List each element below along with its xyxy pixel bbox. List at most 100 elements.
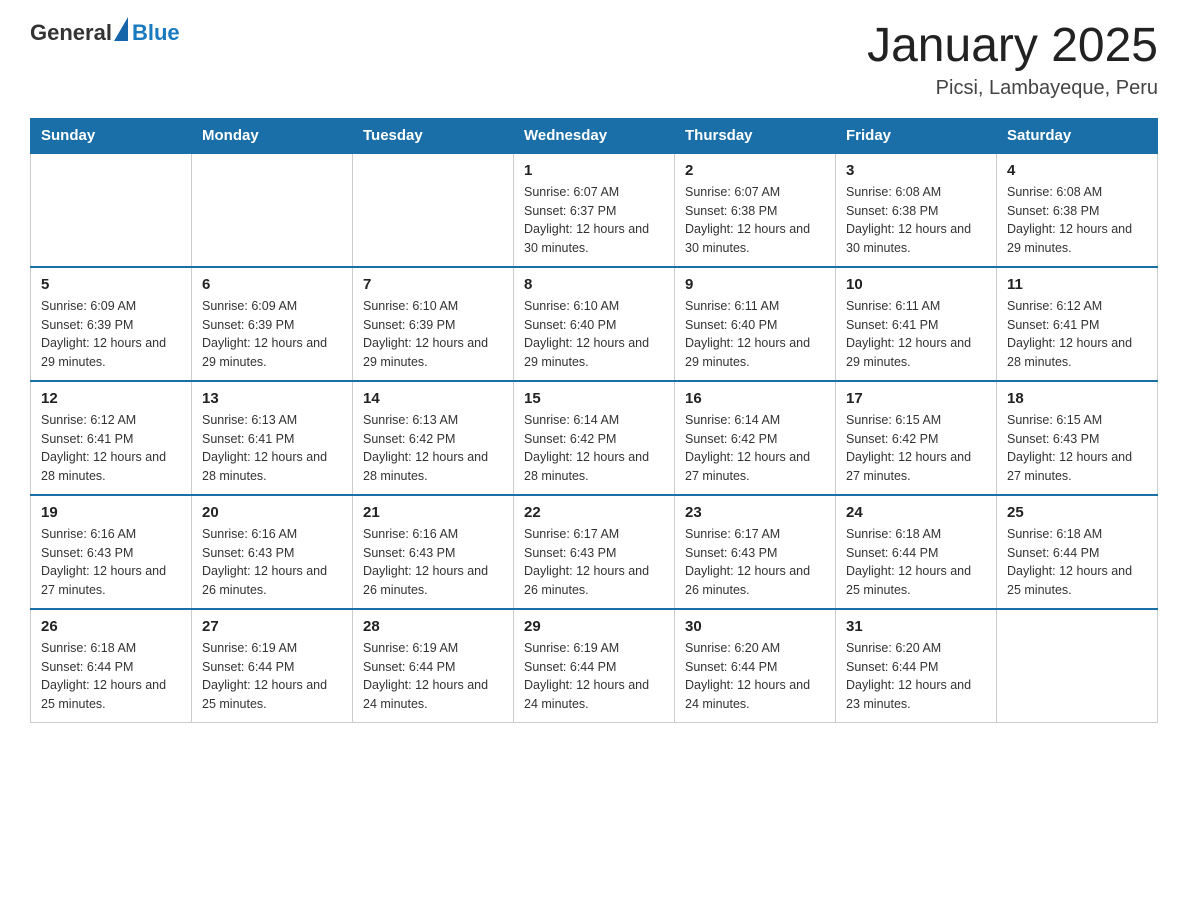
day-number: 1 bbox=[524, 162, 664, 179]
day-info: Sunrise: 6:11 AM Sunset: 6:40 PM Dayligh… bbox=[685, 297, 825, 372]
logo-triangle-icon bbox=[114, 17, 128, 41]
month-title: January 2025 bbox=[867, 20, 1158, 73]
day-number: 6 bbox=[202, 276, 342, 293]
calendar-cell bbox=[353, 153, 514, 267]
day-number: 25 bbox=[1007, 504, 1147, 521]
day-info: Sunrise: 6:16 AM Sunset: 6:43 PM Dayligh… bbox=[202, 525, 342, 600]
logo-general-text: General bbox=[30, 20, 112, 46]
col-header-wednesday: Wednesday bbox=[514, 118, 675, 153]
day-info: Sunrise: 6:19 AM Sunset: 6:44 PM Dayligh… bbox=[363, 639, 503, 714]
day-info: Sunrise: 6:13 AM Sunset: 6:42 PM Dayligh… bbox=[363, 411, 503, 486]
calendar-cell: 28Sunrise: 6:19 AM Sunset: 6:44 PM Dayli… bbox=[353, 609, 514, 723]
day-info: Sunrise: 6:16 AM Sunset: 6:43 PM Dayligh… bbox=[41, 525, 181, 600]
calendar-cell: 25Sunrise: 6:18 AM Sunset: 6:44 PM Dayli… bbox=[997, 495, 1158, 609]
col-header-tuesday: Tuesday bbox=[353, 118, 514, 153]
calendar-cell: 12 Sunrise: 6:12 AM Sunset: 6:41 PM Dayli… bbox=[31, 381, 192, 495]
col-header-saturday: Saturday bbox=[997, 118, 1158, 153]
day-info: Sunrise: 6:12 AM Sunset: 6:41 PM Dayligh… bbox=[1007, 297, 1147, 372]
day-info: Sunrise: 6:11 AM Sunset: 6:41 PM Dayligh… bbox=[846, 297, 986, 372]
day-number: 17 bbox=[846, 390, 986, 407]
week-row-1: 1 Sunrise: 6:07 AM Sunset: 6:37 PM Daylig… bbox=[31, 153, 1158, 267]
day-info: Sunrise: 6:08 AM Sunset: 6:38 PM Dayligh… bbox=[846, 183, 986, 258]
calendar-cell: 7 Sunrise: 6:10 AM Sunset: 6:39 PM Daylig… bbox=[353, 267, 514, 381]
calendar-cell: 13Sunrise: 6:13 AM Sunset: 6:41 PM Dayli… bbox=[192, 381, 353, 495]
calendar-cell: 10Sunrise: 6:11 AM Sunset: 6:41 PM Dayli… bbox=[836, 267, 997, 381]
location-title: Picsi, Lambayeque, Peru bbox=[867, 77, 1158, 100]
day-number: 30 bbox=[685, 618, 825, 635]
day-number: 29 bbox=[524, 618, 664, 635]
calendar-cell: 11Sunrise: 6:12 AM Sunset: 6:41 PM Dayli… bbox=[997, 267, 1158, 381]
day-info: Sunrise: 6:09 AM Sunset: 6:39 PM Dayligh… bbox=[41, 297, 181, 372]
calendar-cell: 16 Sunrise: 6:14 AM Sunset: 6:42 PM Dayli… bbox=[675, 381, 836, 495]
day-info: Sunrise: 6:07 AM Sunset: 6:37 PM Dayligh… bbox=[524, 183, 664, 258]
page-header: General Blue January 2025 Picsi, Lambaye… bbox=[30, 20, 1158, 100]
week-row-2: 5 Sunrise: 6:09 AM Sunset: 6:39 PM Daylig… bbox=[31, 267, 1158, 381]
day-number: 31 bbox=[846, 618, 986, 635]
day-info: Sunrise: 6:19 AM Sunset: 6:44 PM Dayligh… bbox=[524, 639, 664, 714]
day-info: Sunrise: 6:17 AM Sunset: 6:43 PM Dayligh… bbox=[524, 525, 664, 600]
logo-blue-text: Blue bbox=[132, 20, 180, 46]
calendar-cell: 1 Sunrise: 6:07 AM Sunset: 6:37 PM Daylig… bbox=[514, 153, 675, 267]
day-number: 5 bbox=[41, 276, 181, 293]
day-number: 7 bbox=[363, 276, 503, 293]
calendar-cell: 2Sunrise: 6:07 AM Sunset: 6:38 PM Daylig… bbox=[675, 153, 836, 267]
calendar-cell: 9 Sunrise: 6:11 AM Sunset: 6:40 PM Daylig… bbox=[675, 267, 836, 381]
day-info: Sunrise: 6:10 AM Sunset: 6:39 PM Dayligh… bbox=[363, 297, 503, 372]
day-info: Sunrise: 6:14 AM Sunset: 6:42 PM Dayligh… bbox=[685, 411, 825, 486]
calendar-cell: 18 Sunrise: 6:15 AM Sunset: 6:43 PM Dayli… bbox=[997, 381, 1158, 495]
day-info: Sunrise: 6:17 AM Sunset: 6:43 PM Dayligh… bbox=[685, 525, 825, 600]
calendar-cell: 24 Sunrise: 6:18 AM Sunset: 6:44 PM Dayli… bbox=[836, 495, 997, 609]
day-number: 14 bbox=[363, 390, 503, 407]
day-info: Sunrise: 6:08 AM Sunset: 6:38 PM Dayligh… bbox=[1007, 183, 1147, 258]
day-number: 24 bbox=[846, 504, 986, 521]
day-info: Sunrise: 6:09 AM Sunset: 6:39 PM Dayligh… bbox=[202, 297, 342, 372]
day-info: Sunrise: 6:12 AM Sunset: 6:41 PM Dayligh… bbox=[41, 411, 181, 486]
day-info: Sunrise: 6:20 AM Sunset: 6:44 PM Dayligh… bbox=[846, 639, 986, 714]
title-block: January 2025 Picsi, Lambayeque, Peru bbox=[867, 20, 1158, 100]
day-number: 19 bbox=[41, 504, 181, 521]
day-info: Sunrise: 6:15 AM Sunset: 6:42 PM Dayligh… bbox=[846, 411, 986, 486]
calendar-cell: 4Sunrise: 6:08 AM Sunset: 6:38 PM Daylig… bbox=[997, 153, 1158, 267]
week-row-4: 19 Sunrise: 6:16 AM Sunset: 6:43 PM Dayli… bbox=[31, 495, 1158, 609]
day-info: Sunrise: 6:14 AM Sunset: 6:42 PM Dayligh… bbox=[524, 411, 664, 486]
calendar-cell: 31 Sunrise: 6:20 AM Sunset: 6:44 PM Dayli… bbox=[836, 609, 997, 723]
header-row: SundayMondayTuesdayWednesdayThursdayFrid… bbox=[31, 118, 1158, 153]
day-number: 21 bbox=[363, 504, 503, 521]
calendar-cell: 8 Sunrise: 6:10 AM Sunset: 6:40 PM Daylig… bbox=[514, 267, 675, 381]
day-info: Sunrise: 6:19 AM Sunset: 6:44 PM Dayligh… bbox=[202, 639, 342, 714]
calendar-cell bbox=[997, 609, 1158, 723]
calendar-cell: 26Sunrise: 6:18 AM Sunset: 6:44 PM Dayli… bbox=[31, 609, 192, 723]
day-number: 9 bbox=[685, 276, 825, 293]
calendar-table: SundayMondayTuesdayWednesdayThursdayFrid… bbox=[30, 118, 1158, 723]
calendar-cell bbox=[192, 153, 353, 267]
day-number: 15 bbox=[524, 390, 664, 407]
week-row-3: 12 Sunrise: 6:12 AM Sunset: 6:41 PM Dayli… bbox=[31, 381, 1158, 495]
calendar-cell bbox=[31, 153, 192, 267]
calendar-cell: 27 Sunrise: 6:19 AM Sunset: 6:44 PM Dayli… bbox=[192, 609, 353, 723]
logo: General Blue bbox=[30, 20, 180, 46]
calendar-cell: 19 Sunrise: 6:16 AM Sunset: 6:43 PM Dayli… bbox=[31, 495, 192, 609]
day-info: Sunrise: 6:18 AM Sunset: 6:44 PM Dayligh… bbox=[846, 525, 986, 600]
day-number: 12 bbox=[41, 390, 181, 407]
day-info: Sunrise: 6:10 AM Sunset: 6:40 PM Dayligh… bbox=[524, 297, 664, 372]
week-row-5: 26Sunrise: 6:18 AM Sunset: 6:44 PM Dayli… bbox=[31, 609, 1158, 723]
calendar-cell: 6 Sunrise: 6:09 AM Sunset: 6:39 PM Daylig… bbox=[192, 267, 353, 381]
day-number: 23 bbox=[685, 504, 825, 521]
day-info: Sunrise: 6:15 AM Sunset: 6:43 PM Dayligh… bbox=[1007, 411, 1147, 486]
day-number: 13 bbox=[202, 390, 342, 407]
calendar-cell: 15 Sunrise: 6:14 AM Sunset: 6:42 PM Dayli… bbox=[514, 381, 675, 495]
col-header-thursday: Thursday bbox=[675, 118, 836, 153]
day-number: 16 bbox=[685, 390, 825, 407]
calendar-cell: 20Sunrise: 6:16 AM Sunset: 6:43 PM Dayli… bbox=[192, 495, 353, 609]
day-number: 8 bbox=[524, 276, 664, 293]
calendar-cell: 17 Sunrise: 6:15 AM Sunset: 6:42 PM Dayli… bbox=[836, 381, 997, 495]
day-number: 26 bbox=[41, 618, 181, 635]
day-number: 18 bbox=[1007, 390, 1147, 407]
day-number: 27 bbox=[202, 618, 342, 635]
day-number: 22 bbox=[524, 504, 664, 521]
day-number: 3 bbox=[846, 162, 986, 179]
col-header-monday: Monday bbox=[192, 118, 353, 153]
day-info: Sunrise: 6:07 AM Sunset: 6:38 PM Dayligh… bbox=[685, 183, 825, 258]
calendar-cell: 30Sunrise: 6:20 AM Sunset: 6:44 PM Dayli… bbox=[675, 609, 836, 723]
calendar-cell: 5 Sunrise: 6:09 AM Sunset: 6:39 PM Daylig… bbox=[31, 267, 192, 381]
